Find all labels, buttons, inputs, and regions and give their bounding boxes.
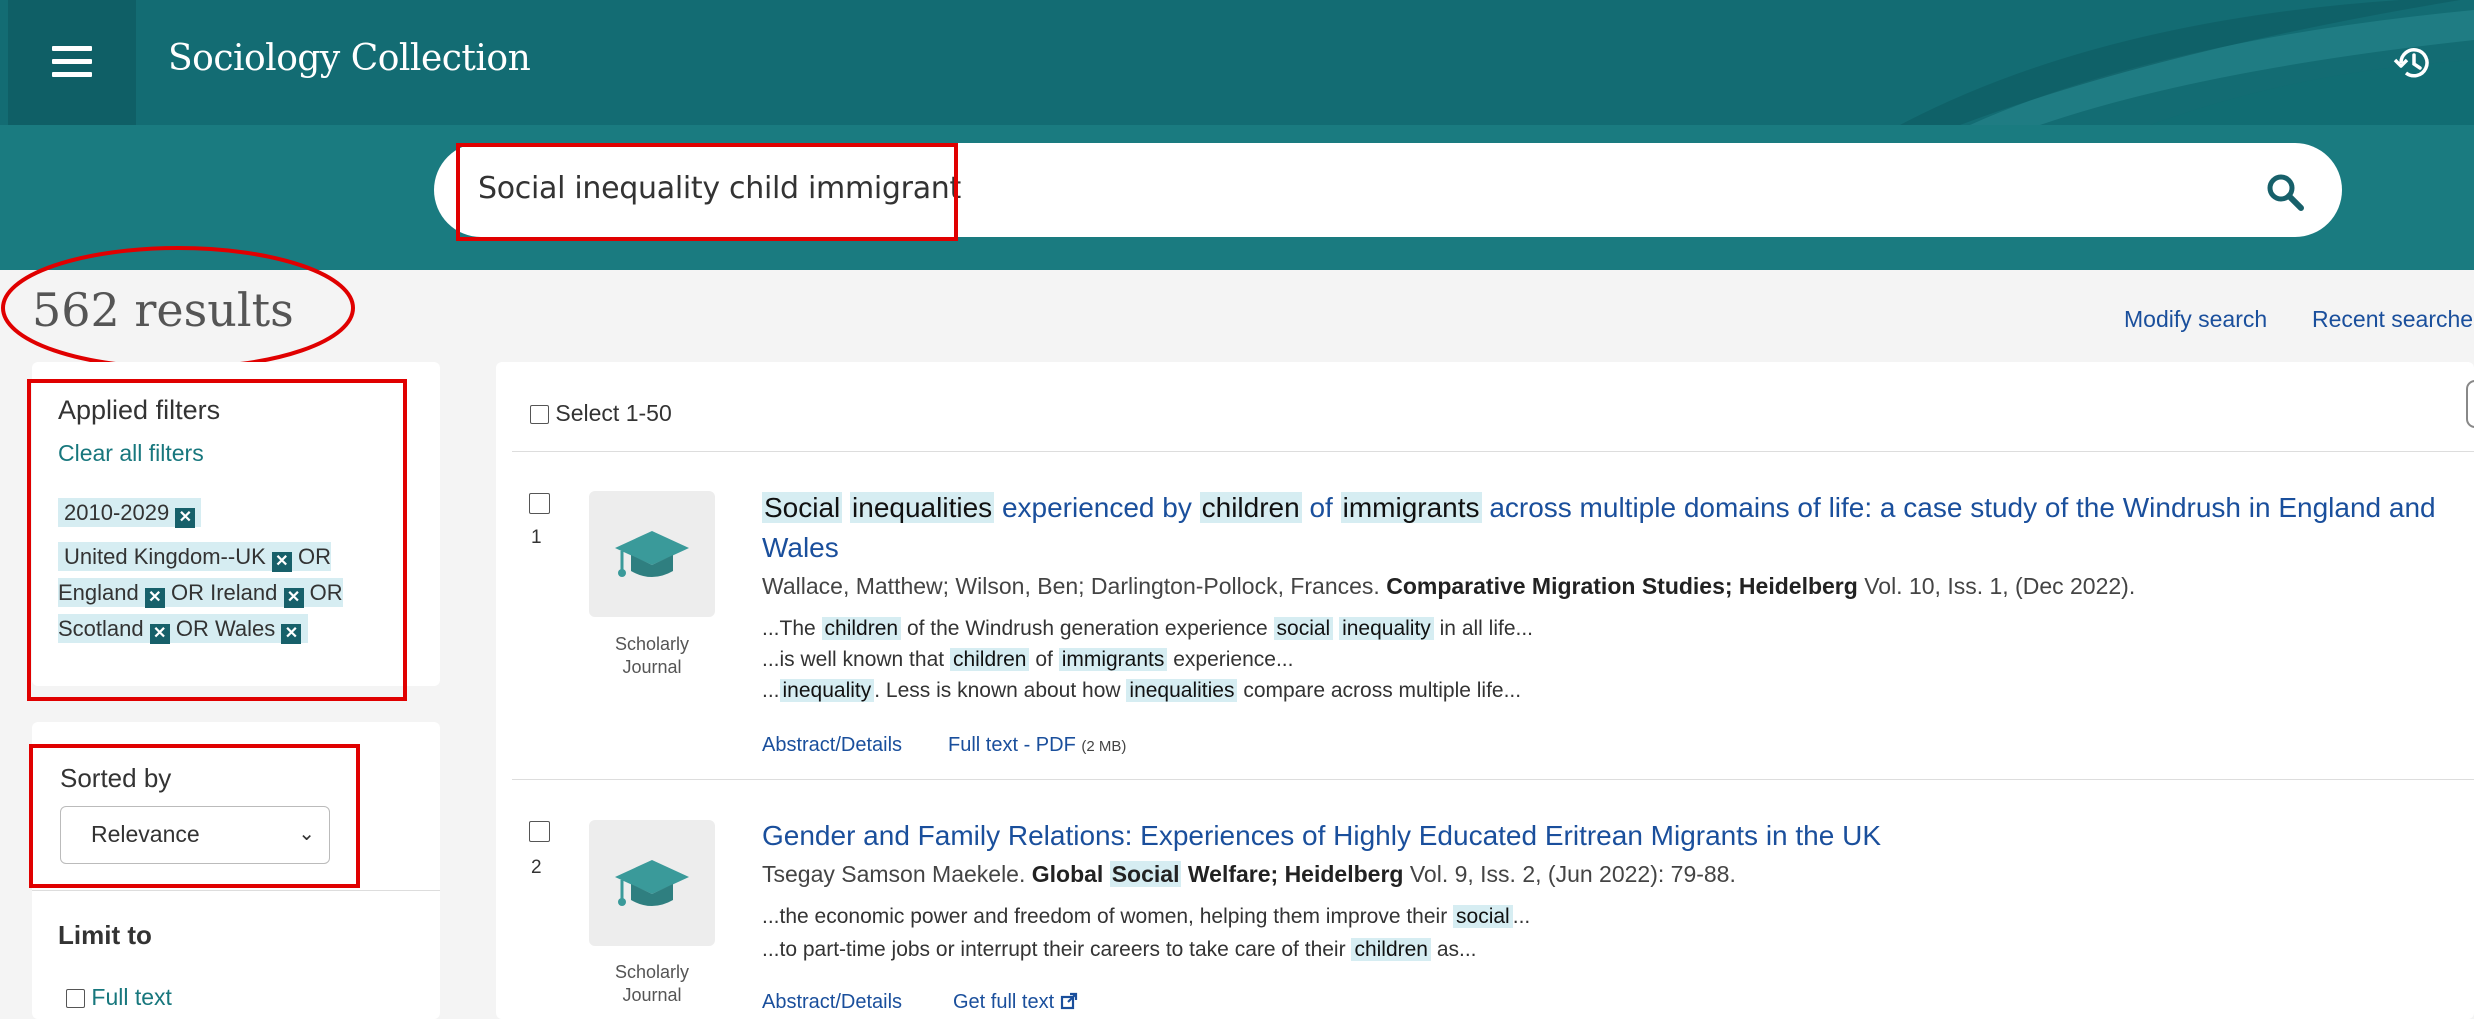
select-all-checkbox[interactable]: Select 1-50 — [530, 400, 672, 427]
sort-divider — [32, 890, 440, 891]
header-decoration — [1900, 0, 2474, 125]
result-1-fulltext-pdf-link[interactable]: Full text - PDF (2 MB) — [948, 734, 1126, 757]
result-1-title-link[interactable]: Social inequalities experienced by child… — [762, 488, 2462, 568]
result-2-get-full-text-link[interactable]: Get full text — [953, 991, 1078, 1014]
result-2-type-tile — [589, 820, 715, 946]
history-icon[interactable] — [2392, 42, 2434, 84]
checkbox-icon[interactable] — [66, 989, 85, 1008]
result-1-snippet-2: ...is well known that children of immigr… — [762, 648, 1294, 671]
result-2-number: 2 — [531, 857, 542, 878]
result-2-checkbox[interactable] — [529, 821, 550, 842]
result-1-snippet-1: ...The children of the Windrush generati… — [762, 617, 1534, 640]
annotation-search-box — [456, 143, 958, 241]
search-icon[interactable] — [2265, 172, 2305, 212]
result-1-number: 1 — [531, 527, 542, 548]
modify-search-link[interactable]: Modify search — [2124, 306, 2267, 333]
full-text-checkbox[interactable]: Full text — [66, 984, 172, 1011]
result-1-abstract-link[interactable]: Abstract/Details — [762, 734, 902, 757]
limit-to-title: Limit to — [58, 920, 152, 950]
result-1-type-label: Scholarly Journal — [614, 634, 690, 677]
list-header-divider — [512, 451, 2474, 452]
result-divider — [512, 779, 2474, 780]
annotation-filters-box — [27, 379, 407, 701]
result-2-type-label: Scholarly Journal — [614, 962, 690, 1005]
result-2-title-link[interactable]: Gender and Family Relations: Experiences… — [762, 816, 2462, 856]
result-1-type-tile — [589, 491, 715, 617]
graduation-cap-icon — [615, 531, 689, 577]
result-2-snippet-1: ...the economic power and freedom of wom… — [762, 905, 1531, 928]
scroll-handle[interactable] — [2466, 380, 2474, 428]
result-1-snippet-3: ... inequality. Less is known about how i… — [762, 679, 1522, 702]
result-1-checkbox[interactable] — [529, 493, 550, 514]
checkbox-icon[interactable] — [530, 405, 549, 424]
app-header: Sociology Collection — [0, 0, 2474, 125]
result-2-citation: Tsegay Samson Maekele. Global Social Wel… — [762, 861, 1736, 887]
result-2-abstract-link[interactable]: Abstract/Details — [762, 991, 902, 1014]
hamburger-menu-icon[interactable] — [52, 46, 92, 78]
result-2-snippet-2: ...to part-time jobs or interrupt their … — [762, 938, 1477, 961]
annotation-results-ellipse — [1, 246, 355, 370]
recent-searches-link[interactable]: Recent searche — [2312, 306, 2473, 333]
app-title: Sociology Collection — [168, 38, 531, 79]
external-link-icon — [1060, 992, 1077, 1010]
annotation-sort-box — [29, 744, 360, 888]
result-1-citation: Wallace, Matthew; Wilson, Ben; Darlingto… — [762, 573, 2136, 599]
graduation-cap-icon — [615, 860, 689, 906]
